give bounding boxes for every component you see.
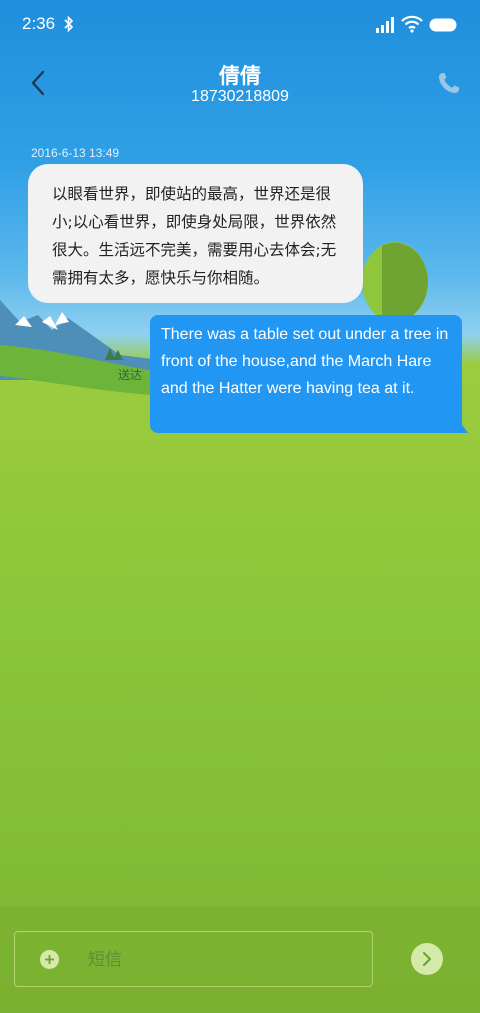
chevron-left-icon[interactable] — [26, 66, 54, 100]
signal-icon — [376, 17, 394, 33]
wifi-icon — [401, 15, 423, 33]
plus-circle-icon[interactable] — [40, 950, 59, 969]
outgoing-message-text: There was a table set out under a tree i… — [161, 326, 449, 397]
delivery-status: 送达 — [118, 368, 143, 382]
incoming-message-text: 以眼看世界，即使站的最高，世界还是很小;以心看世界，即使身处局限，世界依然很大。… — [52, 185, 337, 287]
contact-name: 倩倩 — [219, 64, 261, 88]
incoming-message-bubble[interactable]: 以眼看世界，即使站的最高，世界还是很小;以心看世界，即使身处局限，世界依然很大。… — [28, 164, 363, 303]
bluetooth-icon — [64, 15, 74, 33]
bubble-tail — [458, 419, 468, 433]
status-bar: 2:36 — [0, 0, 480, 52]
phone-icon[interactable] — [436, 70, 462, 96]
status-time: 2:36 — [22, 14, 56, 33]
message-thread-screen: 2:36 倩倩 18730218809 2016-6-13 13:49 以眼看世… — [0, 0, 480, 1013]
send-arrow-icon[interactable] — [411, 943, 443, 975]
message-input[interactable] — [78, 944, 358, 976]
contact-number: 18730218809 — [191, 88, 289, 105]
outgoing-message-bubble[interactable]: There was a table set out under a tree i… — [150, 315, 462, 433]
battery-icon — [429, 18, 457, 32]
message-timestamp: 2016-6-13 13:49 — [31, 146, 120, 160]
tree-shade — [382, 242, 428, 322]
